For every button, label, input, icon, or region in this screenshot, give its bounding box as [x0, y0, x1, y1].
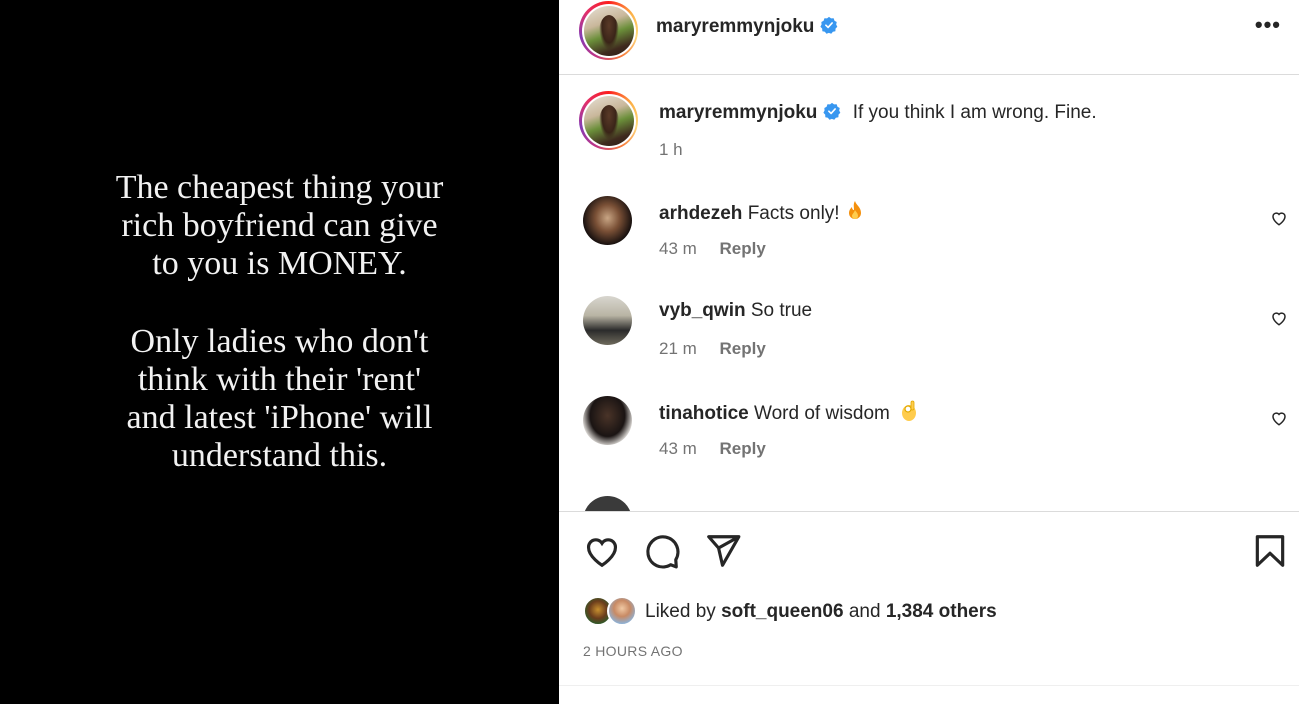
- first-liker-link[interactable]: soft_queen06: [721, 601, 843, 623]
- reply-button[interactable]: Reply: [720, 239, 766, 258]
- reply-button[interactable]: Reply: [720, 339, 766, 358]
- author-avatar[interactable]: [579, 1, 638, 60]
- verified-badge-icon: [820, 16, 838, 34]
- comments-list[interactable]: maryremmynjoku If you think I am wrong. …: [559, 76, 1299, 511]
- comment-line: arhdezeh Facts only!: [659, 200, 864, 225]
- likes-summary: Liked by soft_queen06 and 1,384 others: [583, 596, 997, 628]
- commenter-avatar[interactable]: [583, 296, 632, 345]
- post-image[interactable]: The cheapest thing your rich boyfriend c…: [0, 0, 559, 704]
- commenter-avatar[interactable]: [583, 396, 632, 445]
- post-header: maryremmynjoku •••: [559, 0, 1299, 75]
- comment-text: Word of wisdom: [754, 403, 890, 424]
- liker-avatar[interactable]: [607, 596, 637, 626]
- comment-text: Facts only!: [747, 203, 840, 224]
- caption-time: 1 h: [659, 140, 683, 159]
- divider: [559, 685, 1299, 686]
- fire-icon: [848, 201, 861, 219]
- comment-like-heart-icon[interactable]: [1270, 309, 1288, 327]
- reply-button[interactable]: Reply: [720, 439, 766, 458]
- comment-username[interactable]: vyb_qwin: [659, 300, 746, 321]
- caption-line: maryremmynjoku If you think I am wrong. …: [659, 102, 1097, 124]
- comment-line: tinahotice Word of wisdom: [659, 400, 918, 425]
- ok-hand-icon: [901, 400, 916, 421]
- comment-time: 43 m: [659, 239, 697, 258]
- save-bookmark-icon[interactable]: [1251, 532, 1289, 570]
- verified-badge-icon: [823, 102, 841, 120]
- likes-joiner: and: [848, 601, 881, 622]
- share-send-icon[interactable]: [704, 532, 742, 570]
- more-options-icon[interactable]: •••: [1255, 12, 1281, 38]
- commenter-avatar[interactable]: [583, 496, 632, 511]
- comment-username[interactable]: arhdezeh: [659, 203, 742, 224]
- post-timestamp[interactable]: 2 HOURS AGO: [583, 643, 683, 659]
- post-text-block-2: Only ladies who don't think with their '…: [126, 323, 433, 474]
- author-username[interactable]: maryremmynjoku: [656, 16, 814, 37]
- likes-prefix: Liked by: [645, 601, 716, 622]
- comment-time: 21 m: [659, 339, 697, 358]
- likers-avatars[interactable]: [583, 596, 645, 628]
- caption-text: If you think I am wrong. Fine.: [852, 102, 1097, 123]
- post-actions: Liked by soft_queen06 and 1,384 others 2…: [559, 511, 1299, 704]
- caption-username[interactable]: maryremmynjoku: [659, 102, 817, 123]
- like-heart-icon[interactable]: [583, 532, 621, 570]
- others-likes-link[interactable]: 1,384 others: [886, 601, 997, 623]
- post-detail-panel: maryremmynjoku ••• maryremmynjoku If you…: [559, 0, 1299, 704]
- comment-bubble-icon[interactable]: [643, 532, 681, 570]
- comment-username[interactable]: tinahotice: [659, 403, 749, 424]
- comment-line: vyb_qwin So true: [659, 300, 812, 322]
- author-avatar-photo: [583, 5, 634, 56]
- post-image-text: The cheapest thing your rich boyfriend c…: [80, 169, 480, 475]
- caption-avatar-photo: [583, 95, 634, 146]
- comment-time: 43 m: [659, 439, 697, 458]
- comment-text: So true: [750, 300, 813, 321]
- caption-avatar[interactable]: [579, 91, 638, 150]
- post-text-block-1: The cheapest thing your rich boyfriend c…: [115, 169, 444, 282]
- comment-like-heart-icon[interactable]: [1270, 209, 1288, 227]
- commenter-avatar[interactable]: [583, 196, 632, 245]
- comment-like-heart-icon[interactable]: [1270, 409, 1288, 427]
